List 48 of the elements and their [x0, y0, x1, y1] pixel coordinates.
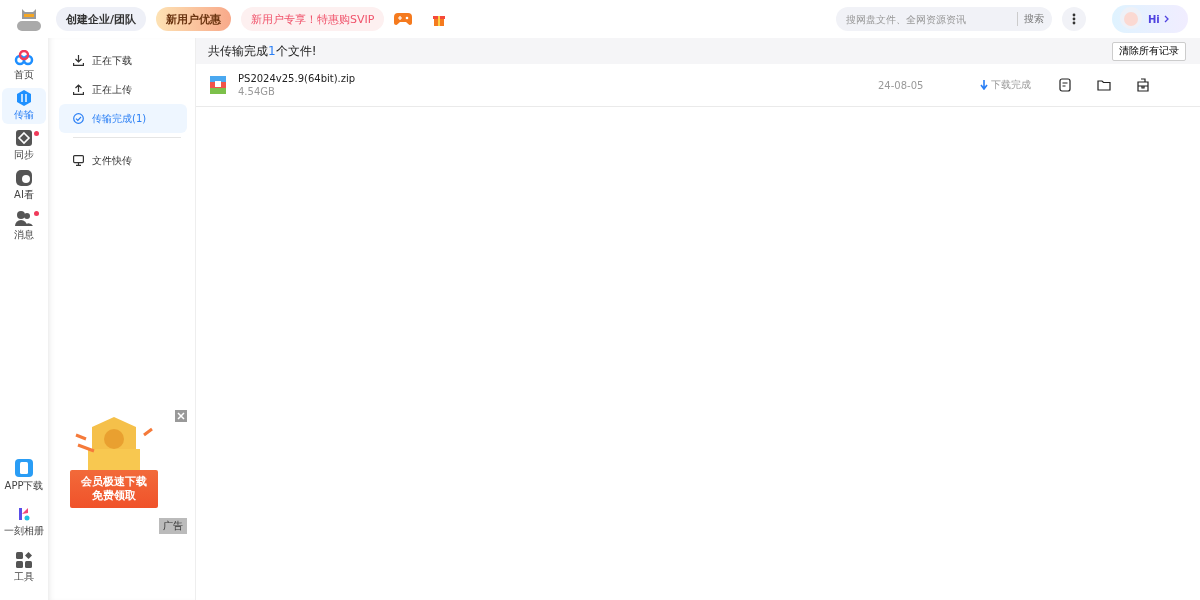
profile-button[interactable]: Hi	[1112, 5, 1188, 33]
phone-icon	[15, 459, 33, 477]
nav-item[interactable]: 消息	[2, 208, 46, 244]
zip-file-icon	[210, 76, 226, 94]
arrow-down-icon	[980, 80, 988, 90]
submenu-item[interactable]: 正在上传	[59, 75, 187, 104]
monitor-icon	[73, 155, 84, 166]
transfer-icon	[16, 90, 32, 106]
folder-button[interactable]	[1097, 78, 1111, 92]
submenu-item[interactable]: 正在下载	[59, 46, 187, 75]
new-user-offer-button[interactable]: 新用户优惠	[156, 7, 232, 31]
album-app-icon	[16, 506, 32, 522]
delete-button[interactable]	[1136, 78, 1150, 92]
download-icon	[73, 55, 84, 66]
submenu-item[interactable]: 文件快传	[59, 146, 187, 175]
nav-item[interactable]: AI看	[2, 168, 46, 204]
search-field[interactable]: 搜网盘文件、全网资源资讯 搜索	[836, 7, 1052, 31]
file-size: 4.54GB	[238, 86, 276, 97]
chevron-right-icon	[1163, 15, 1169, 23]
nav-item[interactable]: 传输	[2, 88, 46, 124]
grid-icon	[16, 552, 32, 568]
submenu-item[interactable]: 传输完成(1)	[59, 104, 187, 133]
upload-icon	[73, 84, 84, 95]
create-team-button[interactable]: 创建企业/团队	[56, 7, 147, 31]
search-button[interactable]: 搜索	[1017, 12, 1044, 26]
people-icon	[15, 210, 33, 226]
download-status: 下载完成	[980, 78, 1058, 92]
nav-item[interactable]: 首页	[2, 48, 46, 84]
gamepad-icon[interactable]	[394, 13, 413, 25]
transfer-summary: 共传输完成1个文件!	[208, 42, 317, 60]
more-button[interactable]	[1062, 7, 1086, 31]
cloud-icon	[14, 50, 34, 66]
file-date: 24-08-05	[878, 79, 925, 91]
nav-item[interactable]: 一刻相册	[2, 502, 46, 542]
nav-item[interactable]: 工具	[2, 548, 46, 588]
document-button[interactable]	[1058, 78, 1072, 92]
check-circle-icon	[73, 113, 84, 124]
notification-dot	[34, 131, 39, 136]
nav-item[interactable]: 同步	[2, 128, 46, 164]
clear-records-button[interactable]: 清除所有记录	[1112, 41, 1186, 61]
file-name: PS2024v25.9(64bit).zip	[238, 73, 357, 84]
close-icon[interactable]	[175, 410, 187, 422]
sync-icon	[16, 130, 32, 146]
ad-tag: 广告	[159, 518, 187, 534]
nav-item[interactable]: APP下载	[2, 456, 46, 496]
notification-dot	[34, 211, 39, 216]
more-icon	[1072, 13, 1076, 25]
avatar-icon	[1118, 6, 1144, 32]
